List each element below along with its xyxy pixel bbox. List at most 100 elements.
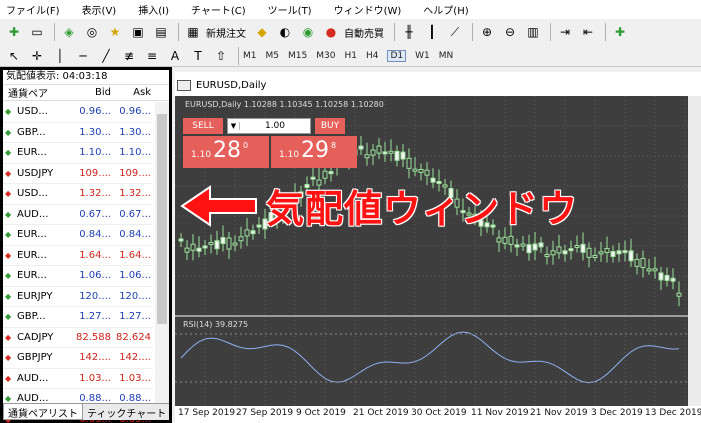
candlestick-icon[interactable]: ┃ (422, 22, 442, 42)
equidistant-channel-icon[interactable]: ≢ (119, 46, 139, 66)
sell-button[interactable]: SELL (183, 118, 223, 134)
data-window-icon[interactable]: ◎ (82, 22, 102, 42)
buy-price-button[interactable]: 1.10 29 8 (271, 136, 357, 168)
text-label-icon[interactable]: T (188, 46, 208, 66)
autoscroll-icon[interactable]: ⇤ (578, 22, 598, 42)
candle-body (382, 151, 388, 155)
market-watch-row[interactable]: ◆ EURJPY 120.... 120.... (3, 287, 153, 307)
market-watch-row[interactable]: ◆ USD... 1.32... 1.32... (3, 184, 153, 205)
header-ask[interactable]: Ask (111, 87, 151, 98)
row-symbol-cell: ◆ USDJPY (3, 168, 69, 179)
row-symbol: USD... (17, 188, 48, 200)
signals-icon[interactable]: ◐ (275, 22, 295, 42)
chart-window-title[interactable]: EURUSD,Daily (177, 76, 266, 94)
menu-tools[interactable]: ツール(T) (268, 2, 312, 17)
menu-file[interactable]: ファイル(F) (6, 2, 60, 17)
candle-body (580, 243, 586, 253)
tab-tick-chart[interactable]: ティックチャート (83, 404, 170, 420)
arrows-icon[interactable]: ⇧ (211, 46, 231, 66)
row-symbol-cell: ◆ CADJPY (3, 332, 69, 343)
line-chart-icon[interactable]: ⟋ (445, 22, 465, 42)
timeframe-h1[interactable]: H1 (344, 51, 357, 61)
row-symbol: AUD... (17, 372, 49, 384)
community-icon[interactable]: ◉ (298, 22, 318, 42)
header-bid[interactable]: Bid (69, 87, 111, 98)
market-watch-icon[interactable]: ◈ (59, 22, 79, 42)
timeframe-d1[interactable]: D1 (387, 49, 407, 62)
market-watch-scrollbar[interactable] (155, 102, 169, 404)
new-chart-icon[interactable]: ✚ (4, 22, 24, 42)
meta-editor-icon[interactable]: ◆ (252, 22, 272, 42)
row-ask: 0.96... (119, 106, 151, 118)
scrollbar-thumb[interactable] (157, 114, 167, 324)
lot-size-input[interactable]: ▼ 1.00 (227, 118, 311, 134)
auto-trading-icon[interactable]: ● (321, 22, 341, 42)
market-watch-row[interactable]: ◆ CADJPY 82.588 82.624 (3, 328, 153, 348)
tile-windows-icon[interactable]: ▥ (523, 22, 543, 42)
candle-body (562, 250, 568, 255)
row-symbol-cell: ◆ EUR... (3, 147, 69, 158)
header-symbol[interactable]: 通貨ペア (3, 85, 69, 100)
market-watch-row[interactable]: ◆ GBP... 1.30... 1.30... (3, 123, 153, 143)
candle-body (628, 250, 634, 262)
row-symbol-cell: ◆ GBPJPY (3, 352, 69, 363)
row-ask: 1.30... (119, 126, 151, 138)
row-ask: 109.... (119, 167, 151, 179)
row-symbol-cell: ◆ AUD... (3, 373, 69, 384)
menu-insert[interactable]: 挿入(I) (138, 2, 169, 17)
buy-button[interactable]: BUY (315, 118, 345, 134)
timeframe-m30[interactable]: M30 (316, 51, 335, 61)
chart-shift-icon[interactable]: ⇥ (555, 22, 575, 42)
profiles-icon[interactable]: ▭ (27, 22, 47, 42)
row-bid: 1.30... (79, 126, 111, 138)
market-watch-row[interactable]: ◆ EUR... 1.06... 1.06... (3, 266, 153, 287)
trendline-icon[interactable]: ╱ (96, 46, 116, 66)
sell-price-button[interactable]: 1.10 28 0 (183, 136, 269, 168)
new-order-icon[interactable]: ▦ (183, 22, 203, 42)
menu-help[interactable]: ヘルプ(H) (423, 2, 468, 17)
row-symbol-cell: ◆ EURJPY (3, 291, 69, 302)
fibonacci-icon[interactable]: ≡ (142, 46, 162, 66)
tab-symbols[interactable]: 通貨ペアリスト (3, 404, 83, 420)
bar-chart-icon[interactable]: ╫ (399, 22, 419, 42)
up-arrow-icon: ◆ (5, 394, 12, 404)
toolbar-separator (238, 46, 239, 65)
strategy-tester-icon[interactable]: ▤ (151, 22, 171, 42)
timeframe-h4[interactable]: H4 (366, 51, 379, 61)
market-watch-row[interactable]: ◆ USD... 0.96... 0.96... (3, 102, 153, 123)
menu-window[interactable]: ウィンドウ(W) (334, 2, 402, 17)
zoom-in-icon[interactable]: ⊕ (477, 22, 497, 42)
menu-view[interactable]: 表示(V) (82, 2, 117, 17)
zoom-out-icon[interactable]: ⊖ (500, 22, 520, 42)
timeframe-mn[interactable]: MN (439, 51, 454, 61)
timeframe-m5[interactable]: M5 (266, 51, 280, 61)
market-watch-row[interactable]: ◆ EUR... 1.64... 1.64... (3, 246, 153, 266)
candle-body (496, 237, 502, 243)
indicators-icon[interactable]: ✚ (610, 22, 630, 42)
timeframe-w1[interactable]: W1 (415, 51, 430, 61)
menu-charts[interactable]: チャート(C) (191, 2, 246, 17)
text-icon[interactable]: A (165, 46, 185, 66)
timeframe-m15[interactable]: M15 (288, 51, 307, 61)
navigator-icon[interactable]: ★ (105, 22, 125, 42)
horizontal-line-icon[interactable]: ─ (73, 46, 93, 66)
market-watch-row[interactable]: ◆ GBP... 1.27... 1.27... (3, 307, 153, 328)
toolbar-separator (472, 23, 473, 41)
market-watch-row[interactable]: ◆ EUR... 0.84... 0.84... (3, 225, 153, 246)
price-chart[interactable]: EURUSD,Daily 1.10288 1.10345 1.10258 1.1… (175, 96, 701, 406)
buy-price-pips: 29 (301, 138, 330, 163)
new-order-button[interactable]: 新規注文 (206, 25, 246, 40)
auto-trading-button[interactable]: 自動売買 (344, 25, 384, 40)
market-watch-row[interactable]: ◆ EUR... 1.10... 1.10... (3, 143, 153, 164)
market-watch-row[interactable]: ◆ USDJPY 109.... 109.... (3, 164, 153, 184)
lot-dropdown-icon[interactable]: ▼ (228, 122, 240, 130)
market-watch-row[interactable]: ◆ AUD... 0.67... 0.67... (3, 205, 153, 225)
terminal-icon[interactable]: ▣ (128, 22, 148, 42)
chart-price-scale[interactable] (688, 96, 701, 406)
market-watch-row[interactable]: ◆ GBPJPY 142.... 142.... (3, 348, 153, 369)
vertical-line-icon[interactable]: │ (50, 46, 70, 66)
cursor-icon[interactable]: ↖ (4, 46, 24, 66)
market-watch-row[interactable]: ◆ AUD... 1.03... 1.03... (3, 369, 153, 389)
crosshair-icon[interactable]: ✛ (27, 46, 47, 66)
timeframe-m1[interactable]: M1 (243, 51, 257, 61)
